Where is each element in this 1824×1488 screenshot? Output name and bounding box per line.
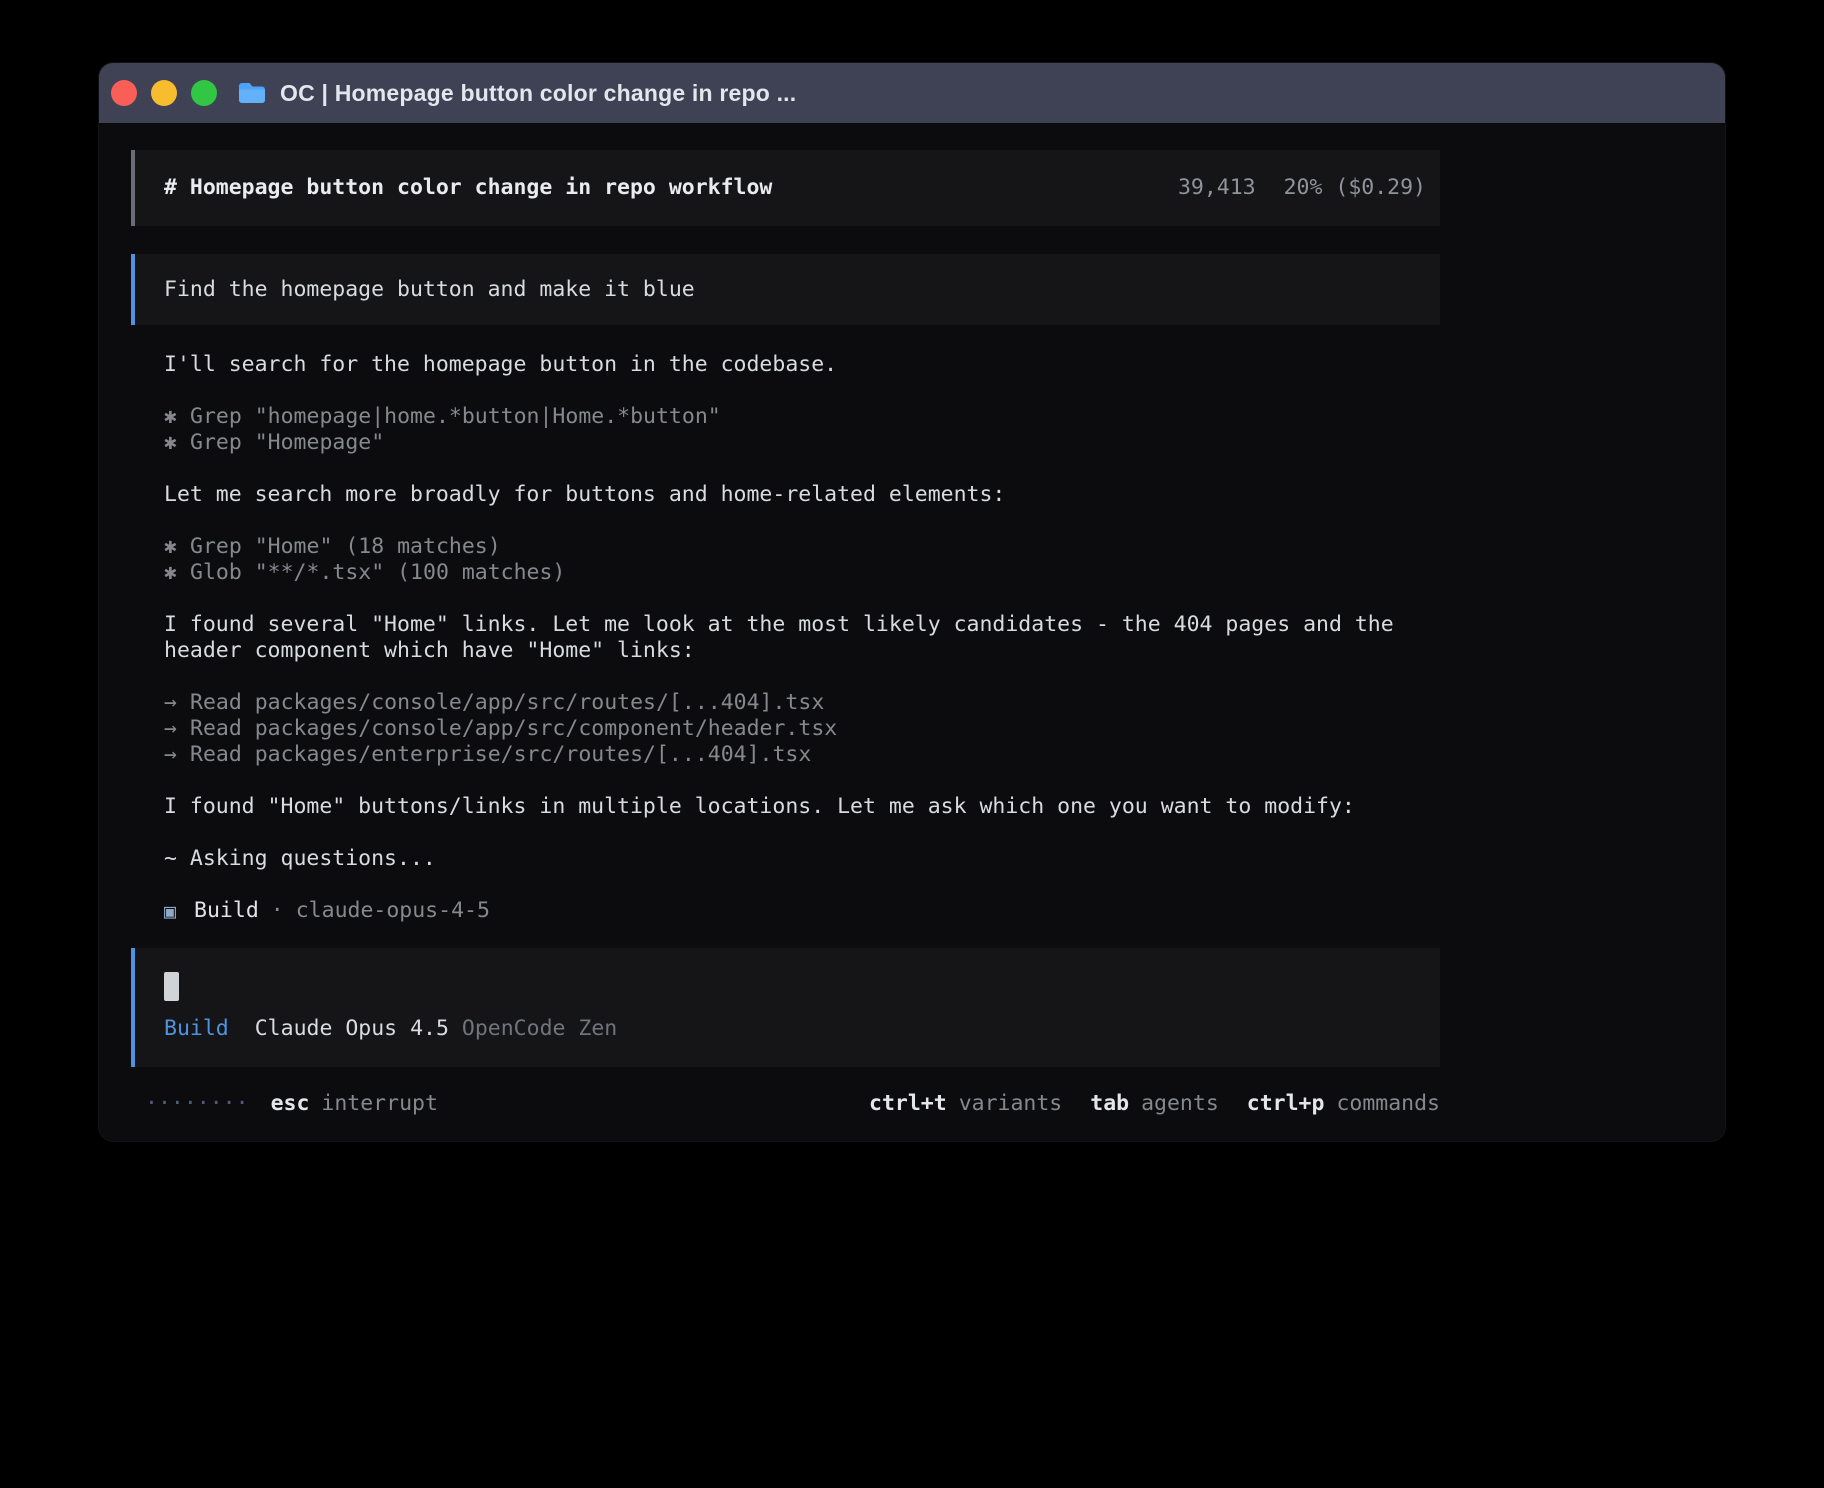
tool-call-glob: ✱ Glob "**/*.tsx" (100 matches) bbox=[164, 560, 1407, 586]
traffic-lights bbox=[111, 80, 217, 106]
session-header: # Homepage button color change in repo w… bbox=[131, 150, 1440, 226]
tool-call-group: ✱ Grep "Home" (18 matches) ✱ Glob "**/*.ts… bbox=[164, 534, 1407, 586]
input-mode-line: Build Claude Opus 4.5 OpenCode Zen bbox=[164, 1016, 1411, 1041]
arrow-right-icon: → bbox=[164, 690, 178, 716]
status-line: ~ Asking questions... bbox=[164, 846, 1407, 872]
ctrl-t-key: ctrl+t bbox=[869, 1091, 947, 1117]
tool-call-text: Grep "homepage|home.*button|Home.*button… bbox=[190, 404, 721, 429]
tool-asterisk-icon: ✱ bbox=[164, 560, 178, 586]
assistant-text: I found "Home" buttons/links in multiple… bbox=[164, 794, 1355, 819]
close-button[interactable] bbox=[111, 80, 137, 106]
tool-call-read: → Read packages/console/app/src/component… bbox=[164, 716, 1407, 742]
zoom-button[interactable] bbox=[191, 80, 217, 106]
tool-call-read: → Read packages/console/app/src/routes/[.… bbox=[164, 690, 1407, 716]
tool-call-grep: ✱ Grep "Home" (18 matches) bbox=[164, 534, 1407, 560]
tool-call-group: ✱ Grep "homepage|home.*button|Home.*butto… bbox=[164, 404, 1407, 456]
window-titlebar[interactable]: OC | Homepage button color change in rep… bbox=[99, 63, 1725, 123]
transcript: I'll search for the homepage button in t… bbox=[131, 325, 1440, 924]
arrow-right-icon: → bbox=[164, 716, 178, 742]
spinner-dots: ········ bbox=[145, 1091, 249, 1117]
shortcut-hints: ctrl+t variants tab agents ctrl+p comman… bbox=[869, 1091, 1440, 1117]
tool-call-text: Read packages/console/app/src/component/… bbox=[190, 716, 837, 741]
tool-asterisk-icon: ✱ bbox=[164, 404, 178, 430]
arrow-right-icon: → bbox=[164, 742, 178, 768]
tool-call-grep: ✱ Grep "homepage|home.*button|Home.*butto… bbox=[164, 404, 1407, 430]
tab-key: tab bbox=[1090, 1091, 1129, 1117]
prompt-input[interactable]: Build Claude Opus 4.5 OpenCode Zen bbox=[131, 948, 1440, 1067]
folder-icon bbox=[237, 81, 267, 105]
hint-label: interrupt bbox=[321, 1091, 438, 1117]
session-stats: 39,413 20% ($0.29) bbox=[1178, 175, 1426, 200]
ctrl-p-key: ctrl+p bbox=[1247, 1091, 1325, 1117]
assistant-text: I found several "Home" links. Let me loo… bbox=[164, 612, 1394, 663]
agent-model: claude-opus-4-5 bbox=[296, 898, 490, 924]
terminal-window: OC | Homepage button color change in rep… bbox=[99, 63, 1725, 1141]
esc-key: esc bbox=[271, 1091, 310, 1117]
agent-separator: · bbox=[271, 898, 284, 924]
tool-call-text: Read packages/enterprise/src/routes/[...… bbox=[190, 742, 811, 767]
agent-status-line: ▣ Build · claude-opus-4-5 bbox=[164, 898, 1407, 924]
hint-variants: ctrl+t variants bbox=[869, 1091, 1062, 1117]
window-title: OC | Homepage button color change in rep… bbox=[280, 80, 796, 107]
context-usage: 20% ($0.29) bbox=[1284, 175, 1426, 200]
assistant-text: Let me search more broadly for buttons a… bbox=[164, 482, 1005, 507]
tool-call-read: → Read packages/enterprise/src/routes/[..… bbox=[164, 742, 1407, 768]
agent-name: Build bbox=[194, 898, 259, 924]
status-bar: ········ esc interrupt ctrl+t variants t… bbox=[131, 1091, 1440, 1117]
model-name[interactable]: Claude Opus 4.5 bbox=[255, 1016, 449, 1041]
hint-commands: ctrl+p commands bbox=[1247, 1091, 1440, 1117]
user-message-text: Find the homepage button and make it blu… bbox=[164, 277, 695, 302]
hint-label: commands bbox=[1336, 1091, 1440, 1117]
text-cursor bbox=[164, 972, 179, 1001]
tool-asterisk-icon: ✱ bbox=[164, 430, 178, 456]
assistant-message: I'll search for the homepage button in t… bbox=[164, 352, 1407, 378]
tool-call-text: Glob "**/*.tsx" (100 matches) bbox=[190, 560, 565, 585]
user-message: Find the homepage button and make it blu… bbox=[131, 254, 1440, 325]
hint-agents: tab agents bbox=[1090, 1091, 1219, 1117]
status-text: ~ Asking questions... bbox=[164, 846, 436, 871]
mode-badge[interactable]: Build bbox=[164, 1016, 229, 1041]
tool-call-text: Grep "Homepage" bbox=[190, 430, 384, 455]
assistant-message: Let me search more broadly for buttons a… bbox=[164, 482, 1407, 508]
session-title: # Homepage button color change in repo w… bbox=[164, 175, 772, 200]
terminal-content: # Homepage button color change in repo w… bbox=[99, 123, 1725, 1117]
assistant-text: I'll search for the homepage button in t… bbox=[164, 352, 837, 377]
tool-asterisk-icon: ✱ bbox=[164, 534, 178, 560]
tool-call-text: Grep "Home" (18 matches) bbox=[190, 534, 501, 559]
token-count: 39,413 bbox=[1178, 175, 1256, 200]
hint-label: variants bbox=[959, 1091, 1063, 1117]
agent-build-icon: ▣ bbox=[164, 898, 176, 924]
tool-call-text: Read packages/console/app/src/routes/[..… bbox=[190, 690, 824, 715]
provider-name: OpenCode Zen bbox=[462, 1016, 617, 1041]
tool-call-grep: ✱ Grep "Homepage" bbox=[164, 430, 1407, 456]
assistant-message: I found several "Home" links. Let me loo… bbox=[164, 612, 1407, 664]
minimize-button[interactable] bbox=[151, 80, 177, 106]
assistant-message: I found "Home" buttons/links in multiple… bbox=[164, 794, 1407, 820]
hint-label: agents bbox=[1141, 1091, 1219, 1117]
titlebar-center: OC | Homepage button color change in rep… bbox=[237, 80, 796, 107]
hint-interrupt: esc interrupt bbox=[271, 1091, 438, 1117]
tool-call-group: → Read packages/console/app/src/routes/[.… bbox=[164, 690, 1407, 768]
